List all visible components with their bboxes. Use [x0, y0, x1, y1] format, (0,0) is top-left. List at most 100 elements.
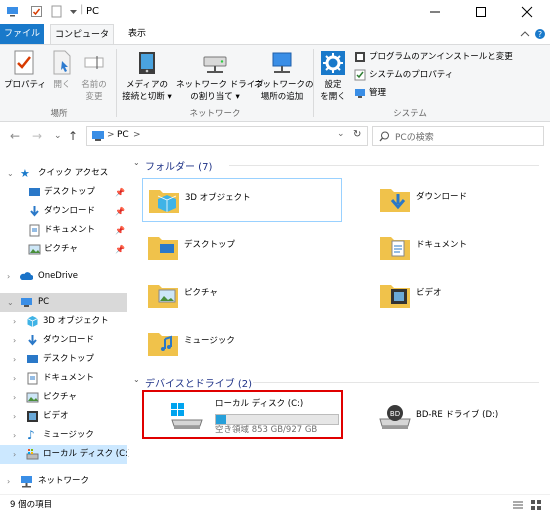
chevron-right-icon[interactable]: › — [13, 407, 16, 426]
chevron-right-icon[interactable]: › — [13, 312, 16, 331]
folder-item-music[interactable]: ミュージック — [142, 322, 342, 366]
folder-item-downloads[interactable]: ダウンロード — [374, 178, 550, 222]
sidebar-label: ローカル ディスク (C:) — [43, 449, 132, 459]
folder-item-documents[interactable]: ドキュメント — [374, 226, 550, 270]
sidebar-item-videos[interactable]: › ビデオ — [0, 407, 127, 426]
sidebar-item-desktop[interactable]: デスクトップ 📌 — [0, 183, 127, 202]
back-button[interactable]: ← — [10, 129, 20, 143]
add-network-location-button[interactable]: ネットワークの 場所の追加 — [254, 49, 314, 103]
pc-icon — [21, 298, 32, 307]
pin-icon[interactable]: 📌 — [115, 202, 125, 221]
sidebar-item-quick-access[interactable]: ⌄ ★ クイック アクセス — [0, 164, 127, 183]
sysprops-label: システムのプロパティ — [369, 70, 454, 80]
chevron-down-icon[interactable]: ⌄ — [7, 164, 14, 183]
devices-group-header[interactable]: デバイスとドライブ (2) — [145, 375, 252, 390]
ribbon-collapse-icon[interactable] — [520, 30, 530, 38]
system-check-icon — [354, 69, 366, 80]
address-dropdown-icon[interactable]: ⌄ — [337, 129, 345, 139]
map-label-2: の割り当て ▾ — [190, 92, 240, 102]
sidebar-item-pictures[interactable]: ピクチャ 📌 — [0, 240, 127, 259]
drive-item-d[interactable]: BD BD-RE ドライブ (D:) — [374, 394, 534, 436]
minimize-button[interactable] — [412, 0, 458, 24]
pin-icon[interactable]: 📌 — [115, 240, 125, 259]
folder-item-videos[interactable]: ビデオ — [374, 274, 550, 318]
breadcrumb-pc[interactable]: PC — [117, 130, 129, 140]
sidebar-item-pc[interactable]: ⌄ PC — [0, 293, 127, 312]
navigation-pane: ⌄ ★ クイック アクセス デスクトップ 📌 ダウンロード 📌 ドキュメント 📌… — [0, 150, 131, 494]
manage-button[interactable]: 管理 — [354, 85, 386, 101]
address-bar[interactable]: > PC > ⌄ ↻ — [86, 126, 368, 146]
sidebar-item-network[interactable]: › ネットワーク — [0, 472, 127, 491]
network-drive-icon — [203, 56, 227, 73]
breadcrumb-sep[interactable]: > — [133, 130, 141, 140]
drive-c-name: ローカル ディスク (C:) — [215, 399, 304, 409]
maximize-button[interactable] — [458, 0, 504, 24]
addnet-label-2: 場所の追加 — [260, 92, 304, 102]
chevron-right-icon[interactable]: › — [13, 445, 16, 464]
media-label-1: メディアの — [126, 80, 168, 90]
sidebar-item-desktop-pc[interactable]: › デスクトップ — [0, 350, 127, 369]
sidebar-item-downloads[interactable]: ダウンロード 📌 — [0, 202, 127, 221]
tab-view[interactable]: 表示 — [118, 24, 156, 44]
close-button[interactable] — [504, 0, 550, 24]
folder-item-pictures[interactable]: ピクチャ — [142, 274, 342, 318]
tab-computer[interactable]: コンピューター — [50, 24, 114, 60]
sidebar-item-documents[interactable]: ドキュメント 📌 — [0, 221, 127, 240]
folder-item-desktop[interactable]: デスクトップ — [142, 226, 342, 270]
refresh-icon[interactable]: ↻ — [353, 129, 361, 140]
recent-locations-button[interactable]: ⌄ — [54, 131, 62, 141]
folder-item-3d-objects[interactable]: 3D オブジェクト — [142, 178, 342, 222]
large-icons-view-icon[interactable] — [530, 499, 542, 511]
drive-c-usage-fill — [216, 415, 226, 424]
chevron-right-icon[interactable]: › — [7, 472, 10, 491]
details-view-icon[interactable] — [512, 500, 524, 510]
chevron-right-icon[interactable]: › — [7, 267, 10, 286]
folder-name: 3D オブジェクト — [185, 193, 251, 203]
pin-icon[interactable]: 📌 — [115, 221, 125, 240]
sidebar-item-3d-objects[interactable]: › 3D オブジェクト — [0, 312, 127, 331]
open-label: 開く — [53, 80, 71, 90]
media-device-icon — [139, 52, 155, 74]
desktop-icon — [27, 355, 38, 363]
pin-icon[interactable]: 📌 — [115, 183, 125, 202]
folder-download-icon — [380, 189, 410, 212]
chevron-right-icon[interactable]: › — [13, 331, 16, 350]
chevron-right-icon[interactable]: › — [13, 369, 16, 388]
qa-dropdown-icon[interactable] — [67, 5, 80, 18]
chevron-right-icon[interactable]: › — [13, 426, 16, 445]
help-icon[interactable]: ? — [534, 28, 546, 40]
tab-file[interactable]: ファイル — [0, 24, 44, 44]
chevron-right-icon[interactable]: › — [13, 350, 16, 369]
download-arrow-icon — [28, 335, 37, 346]
forward-button[interactable]: → — [32, 129, 42, 143]
folders-group-header[interactable]: フォルダー (7) — [145, 158, 212, 173]
rename-button[interactable]: 名前の 変更 — [78, 49, 110, 103]
sidebar-item-documents-pc[interactable]: › ドキュメント — [0, 369, 127, 388]
open-button[interactable]: 開く — [48, 49, 76, 91]
chevron-right-icon[interactable]: › — [13, 388, 16, 407]
document-icon — [27, 372, 38, 385]
minimize-icon — [430, 11, 440, 13]
system-properties-button[interactable]: システムのプロパティ — [354, 67, 453, 83]
open-settings-button[interactable]: 設定 を開く — [316, 49, 350, 103]
chevron-down-icon[interactable]: ⌄ — [133, 375, 140, 384]
properties-button[interactable]: プロパティ — [4, 49, 46, 91]
group-divider — [253, 382, 539, 383]
chevron-down-icon[interactable]: ⌄ — [133, 158, 140, 167]
up-button[interactable]: ↑ — [68, 129, 78, 143]
sidebar-item-local-disk[interactable]: › ローカル ディスク (C:) — [0, 445, 131, 464]
sidebar-item-music[interactable]: › ♪ ミュージック — [0, 426, 127, 445]
this-pc-icon[interactable] — [6, 5, 19, 18]
chevron-down-icon[interactable]: ⌄ — [7, 293, 14, 312]
new-folder-qa-icon[interactable] — [50, 5, 63, 18]
sidebar-item-downloads-pc[interactable]: › ダウンロード — [0, 331, 127, 350]
search-input[interactable]: PCの検索 — [372, 126, 544, 146]
breadcrumb-sep: > — [107, 130, 115, 140]
sidebar-item-pictures-pc[interactable]: › ピクチャ — [0, 388, 127, 407]
content-pane: ⌄ フォルダー (7) 3D オブジェクト ダウンロード デスクトップ ドキュメ… — [129, 150, 550, 494]
properties-qa-icon[interactable] — [30, 5, 43, 18]
sidebar-item-onedrive[interactable]: › OneDrive — [0, 267, 127, 286]
uninstall-programs-button[interactable]: プログラムのアンインストールと変更 — [354, 49, 513, 65]
media-connect-button[interactable]: メディアの 接続と切断 ▾ — [120, 49, 174, 103]
map-network-drive-button[interactable]: ネットワーク ドライブ の割り当て ▾ — [176, 49, 264, 103]
